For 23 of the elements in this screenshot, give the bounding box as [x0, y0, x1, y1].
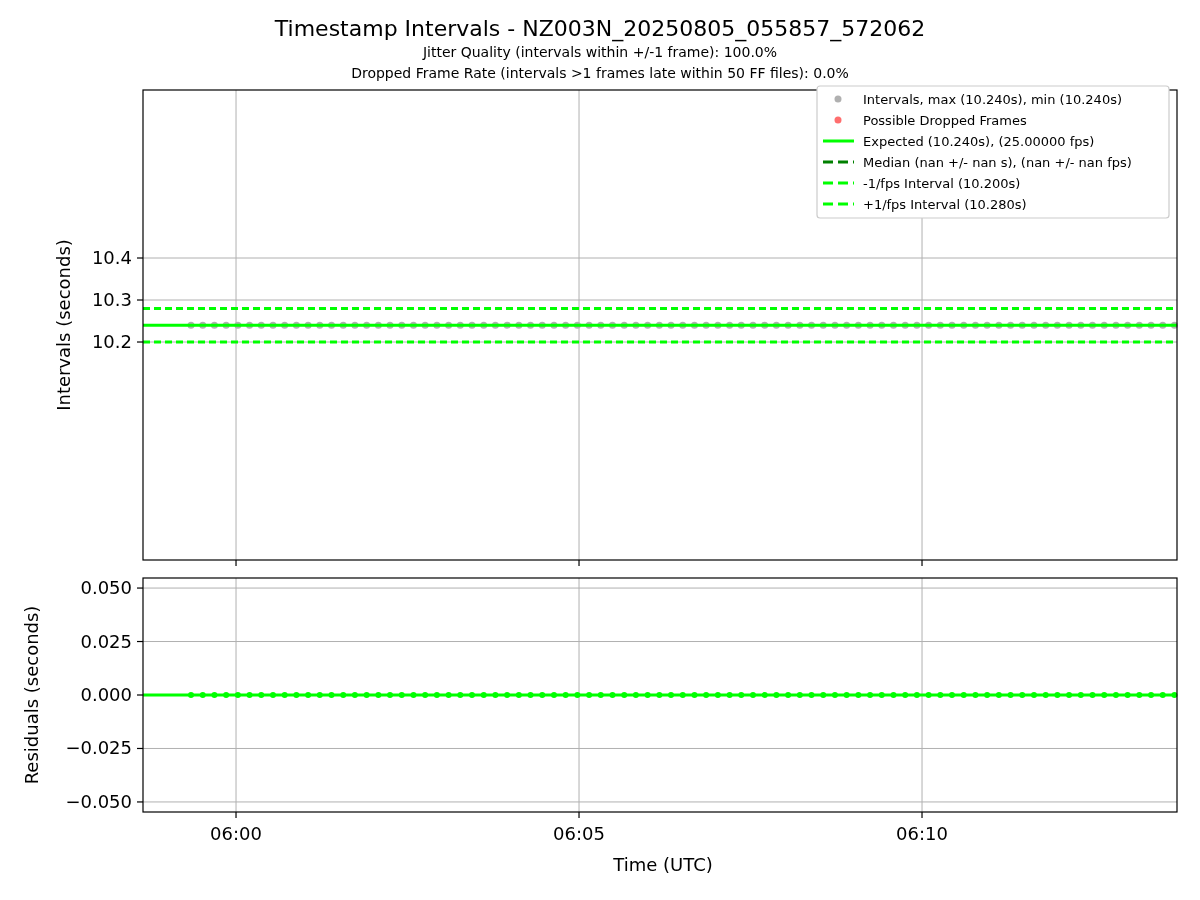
y-tick-label: −0.050 [65, 790, 132, 812]
legend-label: +1/fps Interval (10.280s) [863, 196, 1027, 212]
chart-title: Timestamp Intervals - NZ003N_20250805_055857_572062 [274, 16, 926, 42]
y-tick-label: 10.4 [91, 247, 132, 268]
y-tick-label: 10.2 [91, 331, 132, 352]
y-tick-label: 10.3 [91, 289, 132, 310]
legend-label: Intervals, max (10.240s), min (10.240s) [863, 91, 1122, 107]
x-tick-label: 06:00 [210, 823, 262, 844]
x-axis-label: Time (UTC) [613, 854, 713, 875]
x-tick-label: 06:05 [553, 823, 605, 844]
y-tick-label: −0.025 [65, 737, 132, 759]
legend-label: -1/fps Interval (10.200s) [863, 175, 1021, 191]
chart-subtitle: Jitter Quality (intervals within +/-1 frame): 100.0% [422, 43, 778, 62]
y-tick-label: 0.000 [80, 684, 132, 705]
y-axis-label: Residuals (seconds) [21, 605, 42, 785]
y-axis-label: Intervals (seconds) [53, 239, 74, 411]
legend-label: Expected (10.240s), (25.00000 fps) [863, 133, 1095, 149]
legend-label: Median (nan +/- nan s), (nan +/- nan fps) [863, 154, 1132, 170]
y-tick-label: 0.025 [80, 630, 132, 652]
y-tick-label: 0.050 [80, 577, 132, 599]
x-tick-label: 06:10 [896, 823, 948, 844]
chart-subtitle: Dropped Frame Rate (intervals >1 frames late within 50 FF files): 0.0% [351, 64, 849, 83]
legend-label: Possible Dropped Frames [863, 112, 1027, 128]
